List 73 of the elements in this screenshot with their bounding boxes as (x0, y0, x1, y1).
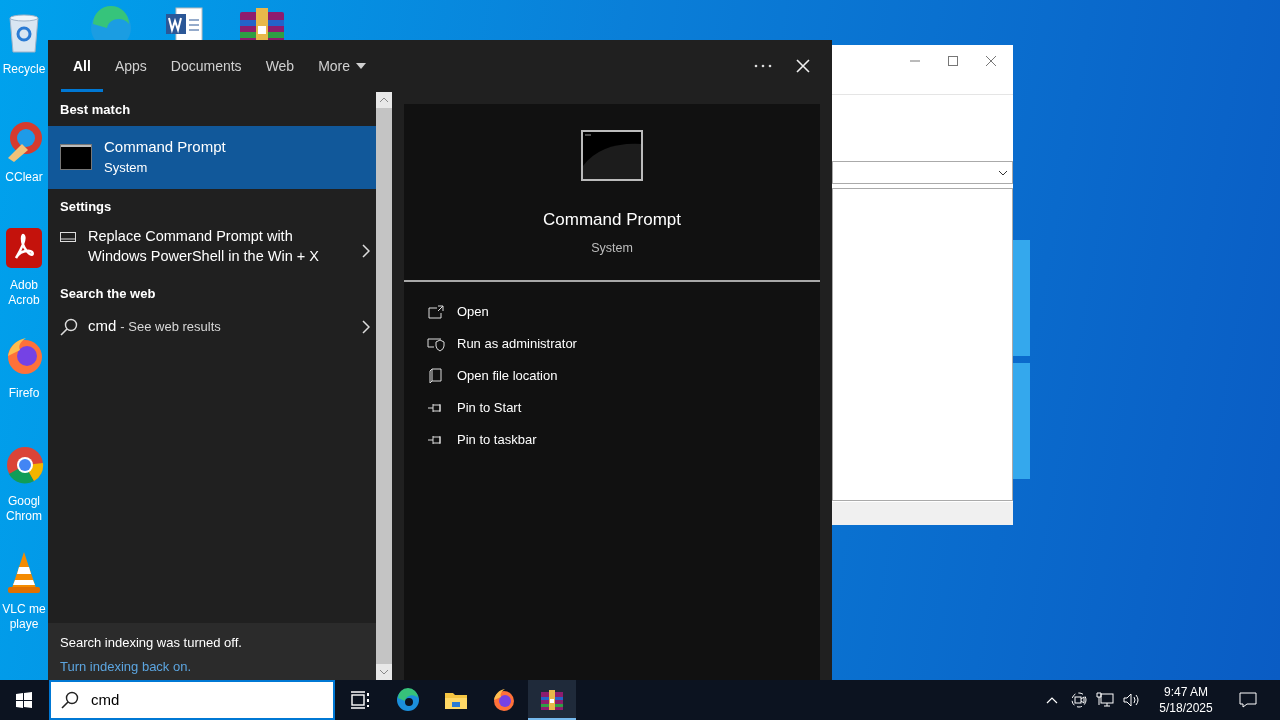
monitor-icon (60, 232, 76, 242)
scroll-down-icon[interactable] (379, 669, 389, 675)
result-item[interactable]: Replace Command Prompt with Windows PowerShell in the Win + X (48, 222, 376, 276)
dropdown-field[interactable] (832, 161, 1013, 184)
section-heading: Settings (59, 197, 113, 216)
result-title: Replace Command Prompt with Windows PowerShell in the Win + X (88, 227, 320, 266)
app-subtitle: System (591, 239, 633, 257)
action-item[interactable]: Open (404, 296, 820, 328)
icon-label: Firefo (8, 386, 40, 401)
result-subtitle: System (104, 159, 149, 177)
notification-icon[interactable] (1239, 692, 1257, 708)
action-item[interactable]: Run as administrator (404, 328, 820, 360)
result-item[interactable]: cmd - See web results (48, 309, 376, 344)
start-icon[interactable] (16, 692, 32, 708)
clock-date: 5/18/2025 (1159, 700, 1213, 716)
result-item[interactable]: Command Prompt System (48, 125, 376, 189)
notice-link[interactable]: Turn indexing back on. (60, 656, 364, 676)
filter-tab[interactable]: All (61, 40, 103, 92)
chevron-right-icon (362, 244, 370, 258)
filter-tab[interactable]: More (306, 40, 379, 92)
app-title: Command Prompt (543, 209, 681, 231)
more-options-icon[interactable] (754, 64, 772, 68)
icon-label: playe (9, 617, 39, 632)
archive-books-icon[interactable] (238, 6, 286, 40)
web-results-hint: - See web results (120, 318, 221, 337)
icon-label: VLC me (2, 602, 46, 617)
network-icon[interactable] (1096, 692, 1114, 708)
icon-label: Adob (9, 278, 38, 293)
icon-label: Recycle (2, 62, 46, 77)
filter-tab[interactable]: Documents (158, 40, 254, 92)
section-heading: Best match (59, 101, 132, 119)
result-title: Command Prompt (104, 137, 226, 157)
scrollbar[interactable] (376, 92, 392, 680)
icon-label: Chrom (6, 509, 42, 524)
icon-label: CClear (5, 170, 43, 185)
pin-icon (428, 403, 444, 413)
camera-icon[interactable] (1071, 692, 1087, 708)
filter-tab[interactable]: Web (253, 40, 307, 92)
clock[interactable]: 9:47 AM 5/18/2025 (1156, 684, 1216, 716)
chevron-right-icon (362, 319, 370, 334)
search-icon (60, 317, 78, 336)
pdf-document-icon[interactable] (4, 226, 44, 270)
icon-label: Acrob (8, 293, 40, 308)
web-query: cmd (88, 316, 117, 337)
shield-icon (427, 336, 445, 352)
action-item[interactable]: Open file location (404, 360, 820, 392)
taskbar-app[interactable] (528, 680, 576, 720)
icon-label: Googl (7, 494, 40, 509)
pin-icon (428, 435, 444, 445)
action-item[interactable]: Pin to Start (404, 392, 820, 424)
search-input[interactable]: cmd (91, 688, 333, 712)
section-heading: Search the web (59, 285, 157, 303)
scroll-up-icon[interactable] (379, 97, 389, 103)
filter-tab[interactable]: Apps (102, 40, 159, 92)
archive-books-icon (540, 689, 564, 711)
notice-text: Search indexing was turned off. (60, 634, 243, 652)
action-item[interactable]: Pin to taskbar (404, 424, 820, 456)
volume-icon[interactable] (1123, 692, 1141, 708)
fox-globe-icon (492, 688, 516, 712)
maximize-icon[interactable] (947, 55, 959, 67)
search-bar[interactable]: cmd (49, 680, 335, 720)
chevron-up-icon[interactable] (1046, 696, 1058, 704)
search-icon (61, 691, 79, 709)
chevron-down-icon (998, 168, 1008, 177)
folder-icon (444, 690, 468, 710)
clock-time: 9:47 AM (1164, 684, 1208, 700)
terminal-icon (581, 130, 643, 181)
open-window-icon (428, 305, 444, 319)
caret-down-icon (356, 63, 367, 69)
terminal-icon (60, 144, 92, 170)
folder-page-icon (429, 368, 443, 384)
task-view-icon (350, 691, 370, 709)
edge-swirl-icon (396, 688, 420, 712)
